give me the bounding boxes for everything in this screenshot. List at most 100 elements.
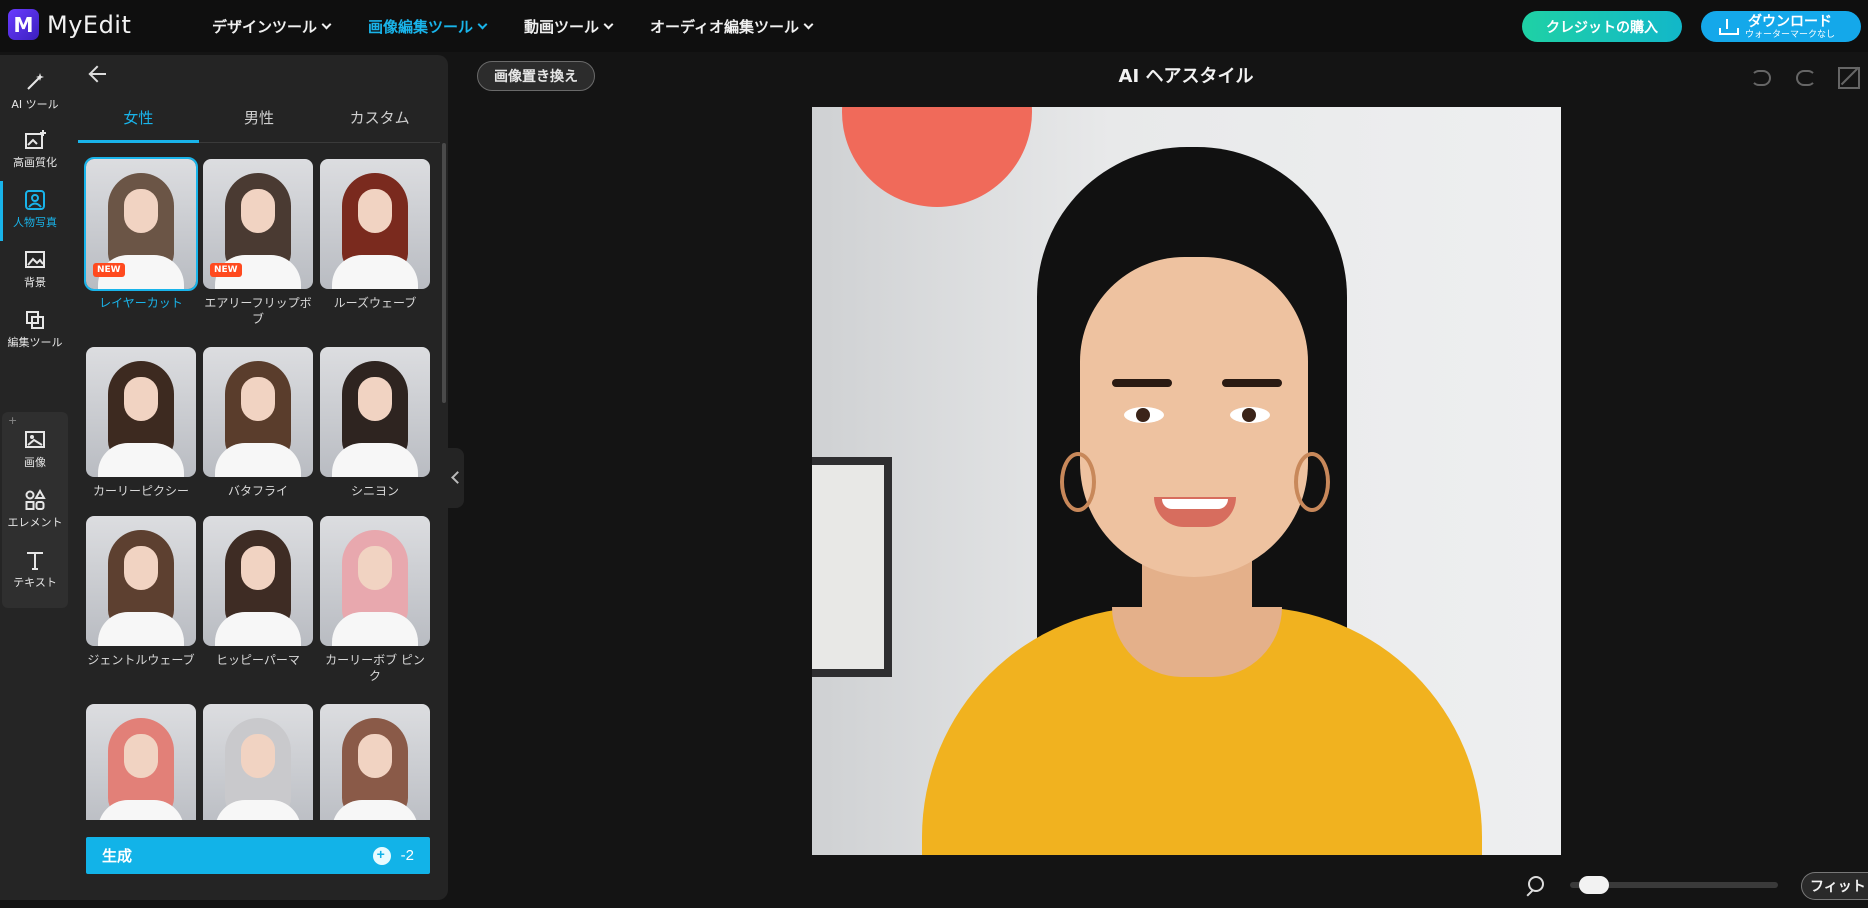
style-label: カーリーピクシー (92, 484, 189, 498)
logo[interactable]: M MyEdit (8, 9, 131, 40)
earring (1060, 452, 1096, 512)
rail-enhance[interactable]: 高画質化 (0, 129, 70, 170)
style-thumbnail (203, 516, 313, 646)
rail-label: テキスト (13, 576, 57, 589)
style-label: ヒッピーパーマ (216, 653, 300, 667)
generate-button[interactable]: 生成 -2 (86, 837, 430, 874)
subject-eye (1124, 407, 1164, 423)
rail-label: 画像 (24, 456, 46, 469)
style-card[interactable]: ジェントルウェーブ (86, 516, 196, 668)
hairstyle-panel: 女性 男性 カスタム NEW レイヤーカット NEW エアリーフリップボブ ルー… (70, 55, 448, 900)
gender-tabs: 女性 男性 カスタム (78, 103, 440, 143)
style-thumbnail (320, 704, 430, 820)
style-card[interactable]: NEW レイヤーカット (84, 157, 198, 311)
style-card[interactable] (203, 704, 313, 820)
style-card[interactable]: ヒッピーパーマ (203, 516, 313, 668)
style-card[interactable]: カーリーボブ ピンク (320, 516, 430, 684)
picture-frame (812, 457, 892, 677)
style-label: ジェントルウェーブ (87, 653, 195, 667)
subject-face (1080, 257, 1308, 577)
generate-label: 生成 (102, 848, 133, 865)
nav-design-tools[interactable]: デザインツール (212, 16, 332, 37)
style-label: レイヤーカット (99, 296, 183, 310)
chevron-down-icon (321, 19, 332, 29)
back-arrow-icon[interactable] (88, 63, 110, 85)
nav-video-tools[interactable]: 動画ツール (524, 16, 614, 37)
rail-text[interactable]: テキスト (0, 549, 70, 590)
rail-ai-tools[interactable]: AI ツール (0, 71, 70, 112)
style-label: エアリーフリップボブ (204, 296, 312, 327)
page-title: AI ヘアスタイル (1118, 66, 1254, 87)
tab-custom[interactable]: カスタム (319, 103, 440, 142)
rail-elements[interactable]: エレメント (0, 489, 70, 530)
enhance-icon (25, 130, 46, 149)
zoom-slider-thumb[interactable] (1578, 876, 1609, 894)
subject-brow (1222, 379, 1282, 387)
portrait-image (812, 107, 1561, 855)
rail-edit-tools[interactable]: 編集ツール (0, 309, 70, 350)
rail-label: 背景 (24, 276, 46, 289)
plus-icon: + (8, 414, 18, 427)
chevron-down-icon (603, 19, 614, 29)
style-label: カーリーボブ ピンク (325, 653, 425, 684)
download-icon (1719, 18, 1739, 35)
fit-button[interactable]: フィット (1801, 872, 1868, 900)
rail-label: 編集ツール (7, 336, 63, 349)
new-badge: NEW (210, 263, 242, 277)
compare-icon[interactable] (1834, 63, 1860, 89)
logo-mark: M (8, 9, 39, 40)
nav-label: 動画ツール (524, 17, 600, 36)
style-label: ルーズウェーブ (333, 296, 417, 310)
style-thumbnail (86, 516, 196, 646)
style-thumbnail (320, 159, 430, 289)
new-badge: NEW (93, 263, 125, 277)
download-label: ダウンロード (1748, 13, 1832, 29)
rail-image[interactable]: 画像 (0, 429, 70, 470)
style-card[interactable]: バタフライ (203, 347, 313, 499)
style-thumbnail: NEW (84, 157, 198, 291)
style-card[interactable]: ルーズウェーブ (320, 159, 430, 311)
wall-clock (842, 107, 1032, 207)
image-icon (25, 431, 45, 448)
main-nav: デザインツール 画像編集ツール 動画ツール オーディオ編集ツール (212, 0, 850, 52)
style-thumbnail (203, 347, 313, 477)
logo-text: MyEdit (47, 10, 132, 39)
style-card[interactable]: カーリーピクシー (86, 347, 196, 499)
nav-label: 画像編集ツール (368, 17, 474, 36)
style-card[interactable] (320, 704, 430, 820)
style-thumbnail (320, 516, 430, 646)
replace-image-button[interactable]: 画像置き換え (477, 61, 595, 91)
style-thumbnail: NEW (203, 159, 313, 289)
text-icon (27, 552, 43, 570)
nav-image-editing-tools[interactable]: 画像編集ツール (368, 16, 488, 37)
nav-audio-tools[interactable]: オーディオ編集ツール (650, 16, 814, 37)
rail-background[interactable]: 背景 (0, 249, 70, 290)
download-button[interactable]: ダウンロード ウォーターマークなし (1701, 11, 1861, 42)
nav-label: デザインツール (212, 17, 318, 36)
zoom-icon[interactable] (1524, 876, 1544, 896)
undo-icon[interactable] (1747, 63, 1773, 89)
nav-label: オーディオ編集ツール (650, 17, 799, 36)
style-label: シニヨン (350, 484, 399, 498)
style-card[interactable]: シニヨン (320, 347, 430, 499)
style-card[interactable]: NEW エアリーフリップボブ (203, 159, 313, 327)
tab-female[interactable]: 女性 (78, 103, 199, 143)
redo-icon[interactable] (1792, 63, 1818, 89)
style-label: バタフライ (227, 484, 288, 498)
subject-brow (1112, 379, 1172, 387)
download-sublabel: ウォーターマークなし (1745, 29, 1836, 39)
generate-cost: -2 (400, 847, 414, 864)
earring (1294, 452, 1330, 512)
rail-label: エレメント (7, 516, 63, 529)
buy-credits-button[interactable]: クレジットの購入 (1522, 11, 1682, 42)
tab-male[interactable]: 男性 (199, 103, 320, 142)
rail-label: AI ツール (11, 98, 59, 111)
elements-icon (25, 489, 46, 510)
collapse-panel-toggle[interactable] (448, 448, 464, 508)
rail-portrait[interactable]: 人物写真 (0, 181, 70, 241)
style-card[interactable] (86, 704, 196, 820)
panel-scrollbar[interactable] (442, 143, 446, 403)
chevron-down-icon (803, 19, 814, 29)
rail-label: 高画質化 (13, 156, 57, 169)
rail-label: 人物写真 (13, 216, 57, 229)
